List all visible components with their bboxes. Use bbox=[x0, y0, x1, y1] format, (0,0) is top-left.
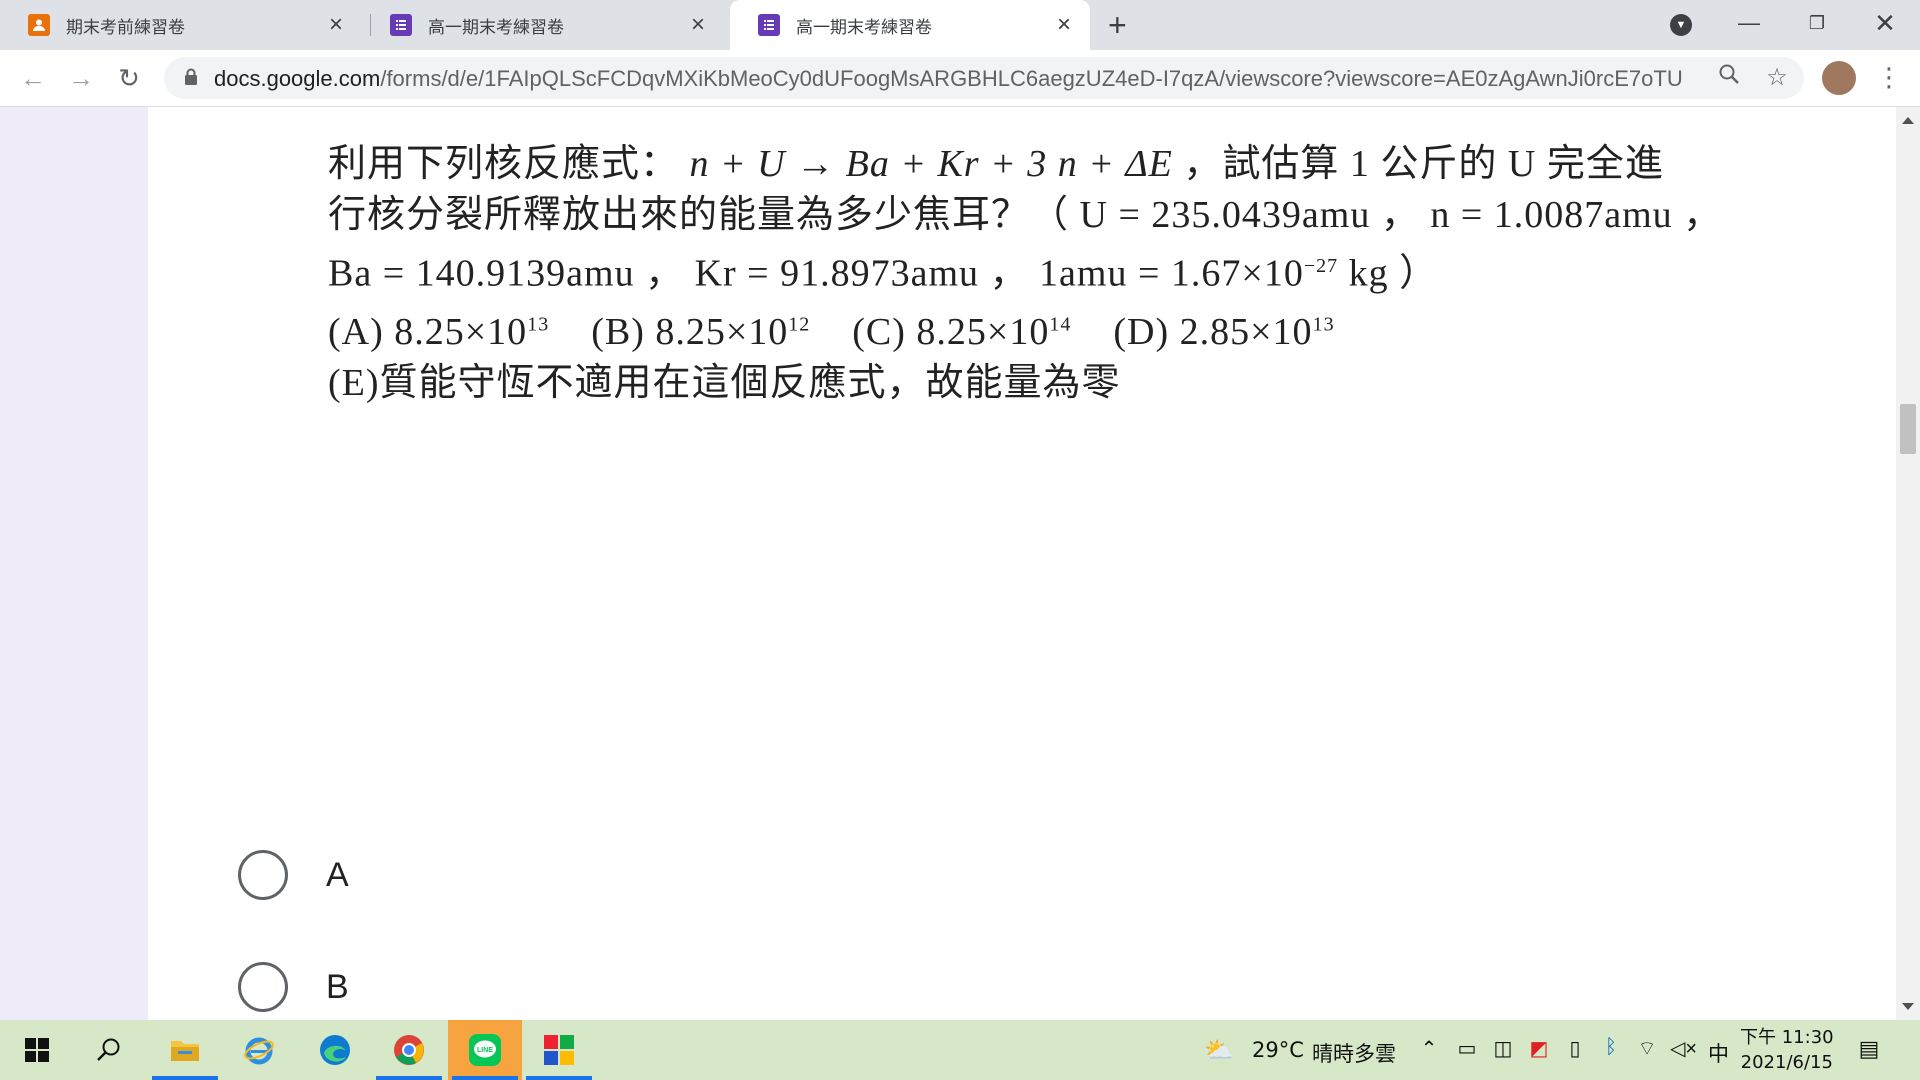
file-explorer-app[interactable] bbox=[148, 1020, 222, 1080]
bluetooth-icon[interactable]: ᛒ bbox=[1598, 1036, 1624, 1059]
options-line: (A) 8.25×1013 (B) 8.25×1012 (C) 8.25×101… bbox=[328, 300, 1920, 359]
question-text: 行核分裂所釋放出來的能量為多少焦耳？（ bbox=[328, 194, 1070, 236]
question-text: 利用下列核反應式： bbox=[328, 143, 680, 185]
option-c-text: (C) 8.25×1014 bbox=[852, 311, 1072, 354]
date-text: 2021/6/15 bbox=[1740, 1052, 1833, 1073]
notification-icon[interactable]: ▤ bbox=[1856, 1036, 1882, 1062]
more-menu-icon[interactable]: ⋮ bbox=[1876, 60, 1902, 94]
ime-indicator[interactable]: 中 bbox=[1708, 1038, 1729, 1068]
question-line-1: 利用下列核反應式： n + U → Ba + Kr + 3 n + ΔE ，試估… bbox=[328, 139, 1920, 190]
question-text: U 完全進 bbox=[1507, 143, 1664, 185]
avatar[interactable] bbox=[1822, 61, 1856, 95]
url-host: docs.google.com bbox=[214, 66, 381, 91]
question-line-2: 行核分裂所釋放出來的能量為多少焦耳？（ U = 235.0439amu ， n … bbox=[328, 190, 1920, 241]
tab-3-active[interactable]: 高一期末考練習卷 × bbox=[730, 0, 1090, 50]
star-icon[interactable]: ☆ bbox=[1762, 63, 1792, 93]
reload-button[interactable]: ↻ bbox=[112, 61, 146, 95]
folder-icon bbox=[171, 1041, 199, 1061]
tab-title: 高一期末考練習卷 bbox=[796, 17, 932, 38]
colorful-app-icon bbox=[544, 1035, 574, 1065]
windows-icon bbox=[25, 1038, 49, 1062]
choice-a[interactable]: A bbox=[238, 819, 349, 931]
mass-value: Kr = 91.8973amu ， 1amu = 1.67×10 bbox=[694, 252, 1304, 295]
clock[interactable]: 下午 11:30 2021/6/15 bbox=[1740, 1025, 1834, 1075]
app-launcher[interactable] bbox=[522, 1020, 596, 1080]
address-bar[interactable]: docs.google.com/forms/d/e/1FAIpQLScFCDqv… bbox=[164, 57, 1804, 99]
line-icon: LINE bbox=[469, 1034, 501, 1066]
browser-toolbar: ← → ↻ docs.google.com/forms/d/e/1FAIpQLS… bbox=[0, 50, 1920, 107]
back-button[interactable]: ← bbox=[16, 61, 50, 95]
scroll-thumb[interactable] bbox=[1900, 404, 1916, 454]
close-window-button[interactable]: ✕ bbox=[1862, 8, 1908, 38]
question-card: 利用下列核反應式： n + U → Ba + Kr + 3 n + ΔE ，試估… bbox=[148, 107, 1898, 1020]
restore-button[interactable]: ❐ bbox=[1794, 8, 1840, 38]
chrome-icon bbox=[394, 1035, 424, 1065]
battery-icon[interactable]: ▭ bbox=[1454, 1036, 1480, 1061]
chrome-app[interactable] bbox=[372, 1020, 446, 1080]
exponent: −27 bbox=[1303, 255, 1339, 277]
user-form-icon bbox=[28, 14, 50, 36]
close-icon[interactable]: × bbox=[686, 13, 710, 37]
ie-icon bbox=[244, 1037, 274, 1065]
forms-icon bbox=[758, 14, 780, 36]
scroll-down-arrow[interactable] bbox=[1902, 1003, 1914, 1010]
tab-title: 期末考前練習卷 bbox=[66, 17, 185, 38]
unit-text: kg ） bbox=[1338, 252, 1439, 295]
forms-icon bbox=[390, 14, 412, 36]
choice-list: A B bbox=[238, 819, 349, 1020]
search-button[interactable] bbox=[72, 1020, 146, 1080]
chevron-up-icon[interactable]: ⌃ bbox=[1416, 1036, 1442, 1061]
line-app[interactable]: LINE bbox=[448, 1020, 522, 1080]
minimize-button[interactable]: — bbox=[1726, 8, 1772, 38]
url-path: /forms/d/e/1FAIpQLScFCDqvMXiKbMeoCy0dUFo… bbox=[380, 66, 1684, 91]
edge-app[interactable] bbox=[298, 1020, 372, 1080]
url-text[interactable]: docs.google.com/forms/d/e/1FAIpQLScFCDqv… bbox=[214, 66, 1684, 92]
wifi-icon[interactable]: ⌔ bbox=[1634, 1036, 1660, 1061]
option-b-text: (B) 8.25×1012 bbox=[591, 311, 811, 354]
tab-2[interactable]: 高一期末考練習卷 × bbox=[362, 0, 724, 50]
volume-muted-icon[interactable]: ◁× bbox=[1670, 1036, 1697, 1061]
svg-text:LINE: LINE bbox=[477, 1047, 493, 1054]
taskbar: LINE ⛅ 29°C 晴時多雲 ⌃ ▭ ◫ ◩ ▯ ᛒ ⌔ ◁× 中 下午 1… bbox=[0, 1020, 1920, 1080]
tab-strip: 期末考前練習卷 × 高一期末考練習卷 × 高一期末考練習卷 × + ▼ — ❐ … bbox=[0, 0, 1920, 50]
edge-icon bbox=[320, 1035, 350, 1065]
tab-search-icon[interactable]: ▼ bbox=[1670, 14, 1692, 36]
meet-icon[interactable]: ◫ bbox=[1490, 1036, 1516, 1061]
form-page: 利用下列核反應式： n + U → Ba + Kr + 3 n + ΔE ，試估… bbox=[0, 107, 1920, 1020]
question-line-3: Ba = 140.9139amu ， Kr = 91.8973amu ， 1am… bbox=[328, 241, 1920, 300]
question-image: 利用下列核反應式： n + U → Ba + Kr + 3 n + ΔE ，試估… bbox=[328, 139, 1920, 409]
time-text: 下午 11:30 bbox=[1740, 1027, 1834, 1048]
mass-value: U = 235.0439amu ， bbox=[1079, 194, 1420, 236]
radio-button[interactable] bbox=[238, 850, 288, 900]
option-e-text: (E)質能守恆不適用在這個反應式，故能量為零 bbox=[328, 362, 1121, 405]
forward-button[interactable]: → bbox=[64, 61, 98, 95]
lock-icon bbox=[185, 68, 197, 85]
close-icon[interactable]: × bbox=[1052, 13, 1076, 37]
usb-icon[interactable]: ▯ bbox=[1562, 1036, 1588, 1061]
scrollbar[interactable] bbox=[1896, 107, 1920, 1020]
acrobat-icon[interactable]: ◩ bbox=[1526, 1036, 1552, 1061]
weather-temp[interactable]: 29°C bbox=[1252, 1038, 1304, 1062]
choice-label: B bbox=[326, 967, 349, 1006]
mass-value: Ba = 140.9139amu ， bbox=[328, 252, 685, 295]
option-d-text: (D) 2.85×1013 bbox=[1113, 311, 1335, 354]
option-a-text: (A) 8.25×1013 bbox=[328, 311, 550, 354]
search-icon bbox=[97, 1038, 120, 1061]
weather-icon[interactable]: ⛅ bbox=[1204, 1036, 1234, 1065]
internet-explorer-app[interactable] bbox=[222, 1020, 296, 1080]
weather-text[interactable]: 晴時多雲 bbox=[1312, 1038, 1396, 1068]
radio-button[interactable] bbox=[238, 962, 288, 1012]
choice-b[interactable]: B bbox=[238, 931, 349, 1020]
mass-value: n = 1.0087amu ， bbox=[1430, 194, 1723, 236]
reaction-equation: n + U → Ba + Kr + 3 n + ΔE bbox=[689, 143, 1173, 185]
zoom-icon[interactable] bbox=[1714, 63, 1744, 93]
scroll-up-arrow[interactable] bbox=[1902, 117, 1914, 124]
tab-1[interactable]: 期末考前練習卷 × bbox=[0, 0, 362, 50]
tab-title: 高一期末考練習卷 bbox=[428, 17, 564, 38]
new-tab-button[interactable]: + bbox=[1108, 9, 1127, 41]
start-button[interactable] bbox=[0, 1020, 74, 1080]
close-icon[interactable]: × bbox=[324, 13, 348, 37]
choice-label: A bbox=[326, 855, 349, 894]
question-text: ，試估算 1 公斤的 bbox=[1183, 143, 1498, 185]
